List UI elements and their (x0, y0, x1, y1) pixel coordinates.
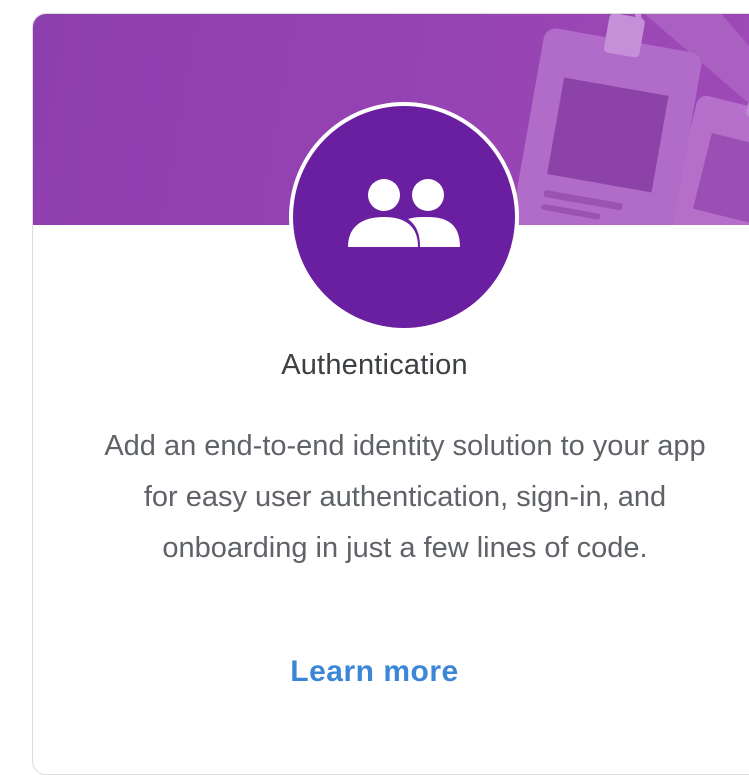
card-title: Authentication (281, 349, 468, 381)
card-description: Add an end-to-end identity solution to y… (104, 430, 706, 564)
icon-circle (293, 106, 515, 328)
people-icon (348, 179, 460, 247)
learn-more-link[interactable]: Learn more (0, 655, 749, 689)
icon-ring (289, 102, 519, 332)
